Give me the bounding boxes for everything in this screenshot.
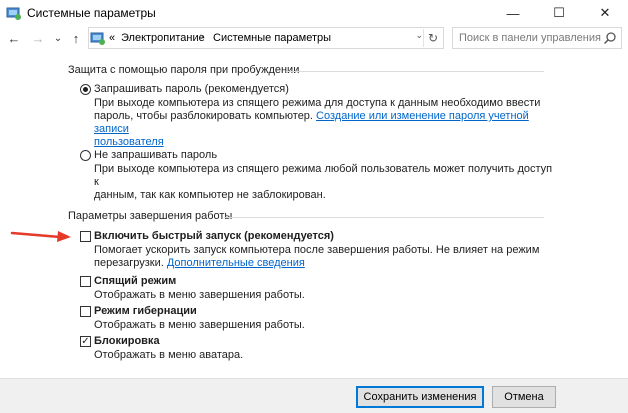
breadcrumb-separator-icon[interactable]: ›: [200, 31, 204, 43]
lock-description: Отображать в меню аватара.: [94, 349, 244, 361]
search-icon: [603, 32, 616, 45]
dont-require-desc-line: При выходе компьютера из спящего режима …: [94, 163, 553, 188]
sleep-label[interactable]: Спящий режим: [94, 275, 176, 287]
minimize-icon: —: [506, 5, 520, 21]
back-arrow-icon: ←: [7, 30, 21, 46]
lock-checkbox[interactable]: ✓: [80, 336, 91, 347]
fast-startup-label[interactable]: Включить быстрый запуск (рекомендуется): [94, 230, 334, 242]
hibernate-description: Отображать в меню завершения работы.: [94, 319, 305, 331]
up-button[interactable]: ↑: [68, 30, 84, 46]
lock-label[interactable]: Блокировка: [94, 335, 160, 347]
more-info-link[interactable]: Дополнительные сведения: [167, 257, 305, 269]
fast-startup-desc-line: перезагрузки. Дополнительные сведения: [94, 257, 554, 270]
section-divider: [224, 217, 544, 218]
breadcrumb-power-options[interactable]: Электропитание: [121, 32, 205, 44]
fast-startup-checkbox[interactable]: [80, 231, 91, 242]
dont-require-desc-line: данным, так как компьютер не заблокирова…: [94, 189, 326, 201]
window-title: Системные параметры: [27, 6, 156, 20]
address-bar[interactable]: « Электропитание › Системные параметры ⌄…: [88, 27, 444, 49]
fast-startup-desc-text: перезагрузки.: [94, 257, 167, 269]
chevron-down-icon: ⌄: [53, 32, 63, 44]
maximize-icon: ☐: [553, 5, 565, 20]
change-password-link-continued[interactable]: пользователя: [94, 136, 554, 149]
recent-locations-button[interactable]: ⌄: [50, 30, 66, 46]
maximize-button[interactable]: ☐: [536, 0, 582, 26]
title-bar: Системные параметры — ☐ ✕: [0, 0, 628, 26]
sleep-checkbox[interactable]: [80, 276, 91, 287]
minimize-button[interactable]: —: [490, 0, 536, 26]
dont-require-password-radio[interactable]: [80, 150, 91, 161]
control-panel-icon: [90, 32, 105, 45]
annotation-arrow-icon: [10, 231, 71, 242]
forward-arrow-icon: →: [31, 30, 45, 46]
fast-startup-desc-line: Помогает ускорить запуск компьютера посл…: [94, 244, 540, 256]
close-icon: ✕: [599, 5, 611, 20]
hibernate-checkbox[interactable]: [80, 306, 91, 317]
search-placeholder: Поиск в панели управления: [459, 32, 601, 44]
checkmark-icon: ✓: [81, 336, 90, 347]
save-changes-button[interactable]: Сохранить изменения: [356, 386, 484, 408]
require-password-desc-text: пароль, чтобы разблокировать компьютер.: [94, 110, 317, 122]
fast-startup-description: Помогает ускорить запуск компьютера посл…: [94, 244, 554, 270]
require-password-desc-line: пароль, чтобы разблокировать компьютер. …: [94, 110, 554, 136]
back-button[interactable]: ←: [6, 30, 22, 46]
require-password-description: При выходе компьютера из спящего режима …: [94, 97, 554, 149]
refresh-icon: ↻: [427, 31, 439, 45]
section-divider: [286, 71, 544, 72]
search-input[interactable]: Поиск в панели управления: [452, 27, 622, 49]
control-panel-icon: [6, 7, 21, 20]
sleep-description: Отображать в меню завершения работы.: [94, 289, 305, 301]
forward-button[interactable]: →: [30, 30, 46, 46]
dont-require-password-description: При выходе компьютера из спящего режима …: [94, 163, 554, 202]
wake-password-section-title: Защита с помощью пароля при пробуждении: [68, 64, 300, 76]
address-overflow[interactable]: «: [109, 32, 115, 44]
shutdown-section-title: Параметры завершения работы: [68, 210, 233, 222]
dont-require-password-label[interactable]: Не запрашивать пароль: [94, 149, 217, 161]
require-password-label[interactable]: Запрашивать пароль (рекомендуется): [94, 83, 289, 95]
cancel-button[interactable]: Отмена: [492, 386, 556, 408]
up-arrow-icon: ↑: [72, 30, 80, 46]
close-button[interactable]: ✕: [582, 0, 628, 26]
address-dropdown-icon[interactable]: ⌄: [415, 30, 423, 41]
require-password-radio[interactable]: [80, 84, 91, 95]
refresh-button[interactable]: ↻: [423, 29, 442, 47]
settings-content: Защита с помощью пароля при пробуждении …: [0, 54, 628, 378]
require-password-desc-line: При выходе компьютера из спящего режима …: [94, 97, 541, 109]
footer-bar: Сохранить изменения Отмена: [0, 378, 628, 413]
breadcrumb-system-settings[interactable]: Системные параметры: [213, 32, 331, 44]
hibernate-label[interactable]: Режим гибернации: [94, 305, 197, 317]
